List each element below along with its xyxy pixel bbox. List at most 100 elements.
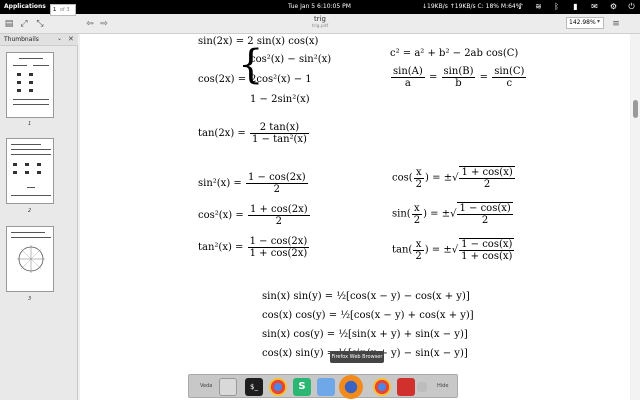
fraction: 1 + cos(2x) 2 (247, 204, 310, 227)
fraction: x2 (413, 239, 424, 262)
denominator: b (455, 78, 462, 89)
dock: $_ S (188, 374, 458, 399)
formula-product-sin-sin: sin(x) sin(y) = ½[cos(x − y) − cos(x + y… (262, 291, 470, 302)
formula-lhs: tan(2x) = (198, 128, 246, 139)
thumbnail-page-1[interactable] (6, 52, 54, 118)
denominator: 2 (481, 215, 489, 226)
thumb-mark (13, 171, 17, 174)
chrome-icon[interactable] (373, 378, 391, 396)
previous-page-icon[interactable]: ⇦ (84, 18, 96, 30)
formula-tan-double: tan(2x) = 2 tan(x) 1 − tan²(x) (198, 122, 310, 145)
formula-lhs: cos²(x) = (198, 210, 244, 221)
sidebar-title[interactable]: Thumbnails (4, 36, 39, 43)
virtualbox-icon[interactable] (317, 378, 335, 396)
dock-label[interactable]: Hide (437, 383, 448, 389)
chevron-down-icon[interactable]: ▾ (597, 18, 600, 25)
fraction: x2 (413, 167, 425, 190)
plus-minus-sqrt: = ±√ (432, 172, 459, 184)
thumb-text-line (13, 99, 49, 100)
pdf-reader-icon[interactable] (397, 378, 415, 396)
applications-menu[interactable]: Applications (4, 3, 46, 10)
sidebar-toggle-icon[interactable]: ▤ (3, 18, 15, 30)
thumb-mark (17, 89, 21, 92)
denominator: a (404, 78, 411, 89)
chrome-icon[interactable] (269, 378, 287, 396)
dock-label: Veda (200, 383, 213, 389)
numerator: sin(A) (391, 66, 425, 78)
formula-product-cos-cos: cos(x) cos(y) = ½[cos(x − y) + cos(x + y… (262, 310, 474, 321)
volume-icon[interactable]: ♪ (516, 2, 525, 11)
denominator: 2 (413, 214, 421, 226)
sidebar: Thumbnails ⌄ ✕ 1 2 3 (0, 34, 78, 400)
thumbnail-page-3[interactable] (6, 226, 54, 292)
document-page: sin(2x) = 2 sin(x) cos(x) cos(2x) = { co… (80, 34, 630, 400)
page-total: of 3 (60, 7, 70, 13)
fraction: sin(B) b (441, 66, 476, 89)
numerator: x (411, 203, 423, 215)
thumbnail-page-2[interactable] (6, 138, 54, 204)
close-icon[interactable]: ✕ (68, 35, 74, 43)
thumb-mark (17, 73, 21, 76)
dock-tooltip: Firefox Web Browser (330, 351, 384, 363)
formula-cos-half: cos(x 2) = ±√ 1 + cos(x) 2 (392, 166, 515, 190)
denominator: 1 + cos(x) (461, 251, 513, 262)
numerator: 1 − cos(x) (457, 203, 513, 215)
numerator: 1 − cos(2x) (245, 172, 308, 184)
numerator: sin(C) (492, 66, 527, 78)
document-title: trig (313, 15, 326, 23)
battery-icon[interactable]: ▮ (571, 2, 580, 11)
numerator: 2 tan(x) (249, 122, 309, 134)
home-folder-icon[interactable] (219, 378, 237, 396)
thumb-text-line (11, 149, 51, 150)
fraction: 2 tan(x) 1 − tan²(x) (249, 122, 309, 145)
formula-cos-squared: cos²(x) = 1 + cos(2x) 2 (198, 204, 311, 227)
scrollbar-thumb[interactable] (633, 100, 638, 118)
bluetooth-icon[interactable]: ᛒ (552, 2, 561, 11)
plus-minus-sqrt: = ±√ (430, 208, 457, 220)
thumb-text-line (11, 144, 41, 145)
fraction: 1 − cos(x) 1 + cos(x) (459, 238, 515, 262)
next-page-icon[interactable]: ⇨ (98, 18, 110, 30)
vertical-scrollbar[interactable] (631, 34, 640, 400)
fraction: 1 − cos(2x) 2 (245, 172, 308, 195)
thumb-text-line (11, 195, 51, 196)
thumbnail-label: 1 (28, 121, 32, 127)
collapse-icon[interactable]: ⤡ (34, 18, 46, 30)
thumb-mark (25, 171, 29, 174)
denominator: 1 − tan²(x) (251, 134, 307, 145)
thumb-mark (29, 89, 33, 92)
thumb-text-line (33, 65, 49, 66)
chat-icon[interactable]: ✉ (590, 2, 599, 11)
menu-icon[interactable]: ≡ (610, 18, 622, 30)
denominator: 2 (483, 179, 491, 190)
numerator: sin(B) (441, 66, 476, 78)
top-panel: Applications Tue Jan 5 6:10:05 PM ↓19KB/… (0, 0, 640, 14)
formula-sin-half: sin(x 2) = ±√ 1 − cos(x) 2 (392, 202, 513, 226)
thumb-mark (37, 163, 41, 166)
chevron-down-icon[interactable]: ⌄ (57, 35, 62, 42)
terminal-icon[interactable]: $_ (245, 378, 263, 396)
firefox-icon[interactable] (339, 375, 363, 399)
numerator: x (413, 167, 425, 179)
thumb-mark (25, 163, 29, 166)
expand-icon[interactable]: ⤢ (18, 18, 30, 30)
thumbnail-label: 2 (28, 208, 32, 214)
wifi-icon[interactable]: ≋ (534, 2, 543, 11)
document-filename: trig.pdf (311, 24, 329, 29)
power-icon[interactable]: ⏻ (627, 2, 636, 11)
formula-lhs: cos (392, 172, 409, 184)
thumb-text-line (11, 154, 51, 155)
denominator: 1 + cos(2x) (249, 248, 308, 259)
numerator: 1 + cos(x) (459, 167, 515, 179)
settings-icon[interactable]: ⚙ (609, 2, 618, 11)
formula-cos-double-case1: cos²(x) − sin²(x) (250, 54, 332, 65)
clock[interactable]: Tue Jan 5 6:10:05 PM (288, 3, 351, 10)
network-status: ↓19KB/s ↑19KB/s C: 18% M:64% (422, 3, 522, 10)
unit-circle-thumbnail (17, 245, 45, 273)
skype-icon[interactable]: S (293, 378, 311, 396)
formula-lhs: tan (392, 244, 409, 256)
thumb-mark (29, 81, 33, 84)
app-icon[interactable] (417, 382, 427, 392)
thumb-text-line (11, 237, 51, 238)
fraction: 1 + cos(x) 2 (459, 166, 515, 190)
